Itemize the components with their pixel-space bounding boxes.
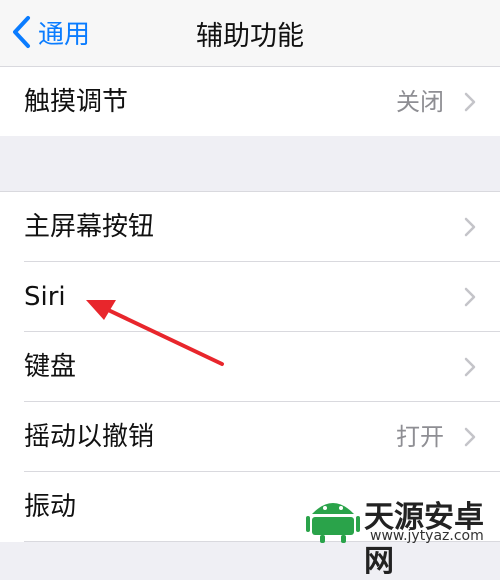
watermark-url: www.jytyaz.com	[370, 528, 484, 544]
annotation-arrow	[86, 300, 224, 366]
watermark: 天源安卓网 www.jytyaz.com	[300, 486, 500, 579]
android-logo-icon	[306, 503, 360, 543]
